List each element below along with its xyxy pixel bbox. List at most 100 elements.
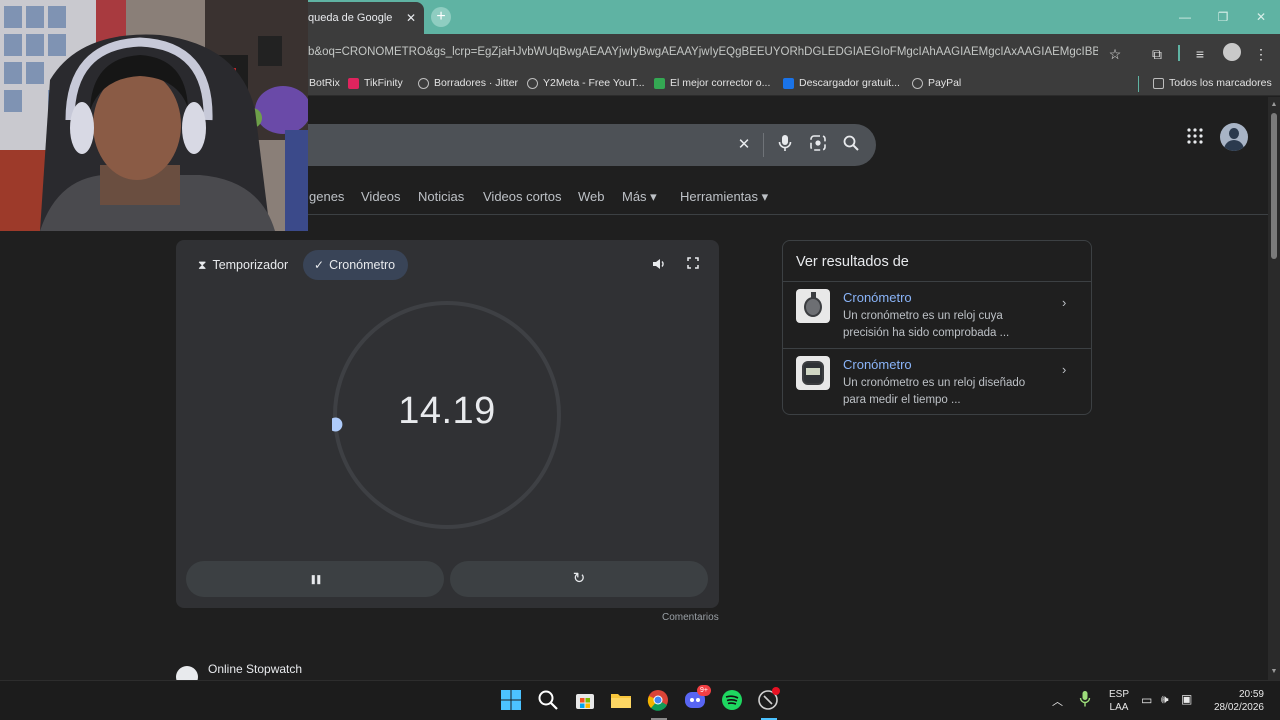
chrome-menu-icon[interactable]: ⋮ [1250,43,1272,65]
microsoft-store-icon[interactable] [574,689,598,713]
bookmark-label: El mejor corrector o... [670,77,771,89]
digital-stopwatch-thumbnail [796,356,830,390]
taskbar-search-icon[interactable] [537,689,561,713]
bookmark-jitter[interactable]: Borradores · Jitter [418,77,518,89]
volume-icon[interactable]: 🕪 [1161,692,1169,707]
hourglass-icon: ⧗ [198,257,207,272]
lens-search-icon[interactable] [808,135,828,155]
tab-news[interactable]: Noticias [418,189,464,204]
bookmark-descargador[interactable]: Descargador gratuit... [783,77,900,89]
windows-taskbar: 9+ ︿ ESP LAA ▭ 🕪 ▣ 20:59 28/02/2026 [0,680,1280,720]
clock-date: 28/02/2026 [1213,702,1264,713]
clock-time: 20:59 [1238,689,1264,700]
result-link[interactable]: Cronómetro [843,357,912,372]
tab-more[interactable]: Más ▾ [622,189,657,205]
windows-start-icon[interactable] [500,689,524,713]
bookmark-all-folder[interactable]: Todos los marcadores [1153,77,1272,89]
bookmarks-divider [1138,76,1139,92]
search-input[interactable]: ✕ [290,124,876,166]
voice-search-icon[interactable] [775,135,795,155]
keyboard-layout: LAA [1109,702,1129,713]
bookmark-tikfinity[interactable]: TikFinity [348,77,403,89]
see-results-panel: Ver resultados de Cronómetro Un cronómet… [782,240,1092,415]
tab-close-icon[interactable]: ✕ [406,11,416,25]
fullscreen-icon[interactable] [684,257,702,275]
feedback-link[interactable]: Comentarios [662,612,719,623]
corrector-icon [654,77,665,89]
bookmark-star-icon[interactable]: ☆ [1104,43,1126,65]
new-tab-button[interactable]: + [431,7,451,27]
chrome-icon[interactable] [647,689,671,713]
notification-dot [772,687,780,695]
show-hidden-icons-icon[interactable]: ︿ [1052,693,1063,709]
toolbar-divider [1178,45,1180,61]
tab-title: queda de Google [308,12,393,24]
avatar-body [1224,140,1244,151]
sound-icon[interactable] [650,257,668,275]
chevron-right-icon: › [1062,295,1067,310]
reset-icon: ↻ [572,570,586,587]
bookmark-label: Borradores · Jitter [434,77,519,89]
file-explorer-icon[interactable] [610,689,634,713]
result-description: Un cronómetro es un reloj diseñado para … [843,377,1026,406]
scroll-down-icon[interactable]: ▼ [1270,668,1278,675]
avatar-head [1229,128,1239,139]
bookmark-botrix[interactable]: BotRix [309,77,340,89]
tab-images[interactable]: genes [309,189,344,204]
google-apps-icon[interactable] [1187,128,1207,148]
folder-icon [1153,77,1164,89]
clear-search-icon[interactable]: ✕ [734,135,754,153]
clock[interactable]: 20:59 28/02/2026 [1210,688,1264,714]
microphone-icon[interactable] [1079,691,1091,710]
pause-button[interactable]: ❚❚ [186,561,444,597]
thumb-screen [806,368,820,375]
battery-icon[interactable]: ▣ [1181,692,1192,706]
tab-web[interactable]: Web [578,189,605,204]
tab-short-videos[interactable]: Videos cortos [483,189,562,204]
discord-badge: 9+ [697,685,711,696]
tab-tools[interactable]: Herramientas ▾ [680,189,768,205]
panel-title: Ver resultados de [796,254,909,270]
search-icon[interactable] [841,135,861,155]
descargador-icon [783,77,794,89]
bookmark-corrector[interactable]: El mejor corrector o... [654,77,770,89]
discord-icon[interactable]: 9+ [684,685,711,713]
result-item[interactable]: Cronómetro Un cronómetro es un reloj dis… [783,348,1091,415]
close-window-icon[interactable]: ✕ [1242,0,1280,34]
bookmark-label: BotRix [309,77,340,89]
browser-tab-google-search[interactable]: queda de Google ✕ [300,2,424,34]
nav-divider [290,214,1280,215]
search-divider [763,133,764,157]
result-description: Un cronómetro es un reloj cuya precisión… [843,310,1010,339]
tab-videos[interactable]: Videos [361,189,401,204]
scroll-thumb[interactable] [1271,113,1277,259]
thumb-body [804,297,822,317]
bookmark-label: Descargador gratuit... [799,77,900,89]
result-item[interactable]: Cronómetro Un cronómetro es un reloj cuy… [783,281,1091,348]
bookmark-label: PayPal [928,77,962,89]
language-indicator[interactable]: ESP LAA [1109,688,1129,714]
result-link[interactable]: Cronómetro [843,290,912,305]
tikfinity-icon [348,77,359,89]
display-icon[interactable]: ▭ [1141,693,1152,707]
account-avatar[interactable] [1220,123,1248,151]
bookmark-label: TikFinity [364,77,403,89]
timer-tab[interactable]: ⧗ Temporizador [188,250,298,280]
bookmark-paypal[interactable]: PayPal [912,77,961,89]
bookmark-y2meta[interactable]: Y2Meta - Free YouT... [527,77,645,89]
app-with-notification-icon[interactable] [757,687,781,713]
stopwatch-tab[interactable]: ✓ Cronómetro [303,250,409,280]
page-scrollbar[interactable]: ▲ ▼ [1268,97,1280,680]
address-bar[interactable]: b&oq=CRONOMETRO&gs_lcrp=EgZjaHJvbWUqBwgA… [308,46,1098,58]
reset-button[interactable]: ↻ [450,561,708,597]
media-control-icon[interactable]: ≡ [1189,43,1211,65]
extensions-icon[interactable]: ⧉ [1146,43,1168,65]
restore-icon[interactable]: ❐ [1204,0,1242,34]
globe-icon [912,77,923,89]
minimize-icon[interactable]: — [1166,0,1204,34]
scroll-up-icon[interactable]: ▲ [1270,101,1278,108]
globe-icon [418,77,429,89]
spotify-icon[interactable] [721,689,745,713]
chrome-profile-icon[interactable] [1223,43,1241,61]
result-title[interactable]: Online Stopwatch [208,662,302,676]
